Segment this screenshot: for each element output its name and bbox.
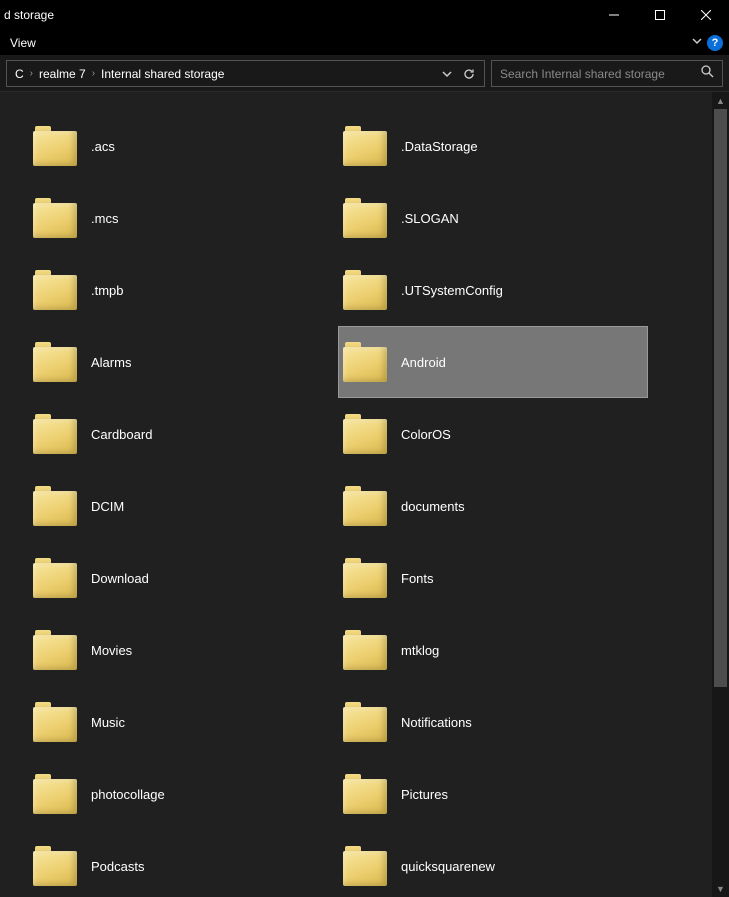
folder-item[interactable]: Notifications [338, 686, 648, 758]
folder-item[interactable]: documents [338, 470, 648, 542]
folder-item[interactable]: .SLOGAN [338, 182, 648, 254]
folder-label: .tmpb [91, 283, 124, 298]
address-bar[interactable]: C › realme 7 › Internal shared storage [6, 60, 485, 87]
folder-item[interactable]: .DataStorage [338, 110, 648, 182]
content-area: .acs .DataStorage .mcs .SLOGAN .tmpb .UT… [0, 92, 729, 897]
folder-icon [33, 198, 77, 238]
folder-item[interactable]: Cardboard [28, 398, 338, 470]
folder-label: Download [91, 571, 149, 586]
window-controls [591, 0, 729, 30]
folder-label: Android [401, 355, 446, 370]
folder-item[interactable]: DCIM [28, 470, 338, 542]
folder-item-android[interactable]: Android [338, 326, 648, 398]
minimize-button[interactable] [591, 0, 637, 30]
folder-item[interactable]: .mcs [28, 182, 338, 254]
folder-icon [33, 414, 77, 454]
ribbon-chevron-icon[interactable] [691, 34, 703, 52]
folder-icon [33, 342, 77, 382]
folder-icon [343, 846, 387, 886]
search-input[interactable] [500, 67, 694, 81]
folder-label: .UTSystemConfig [401, 283, 503, 298]
folder-icon [343, 342, 387, 382]
folder-label: photocollage [91, 787, 165, 802]
folder-icon [33, 630, 77, 670]
folder-item[interactable]: Podcasts [28, 830, 338, 897]
folder-icon [343, 270, 387, 310]
titlebar: d storage [0, 0, 729, 30]
folder-item[interactable]: Pictures [338, 758, 648, 830]
folder-icon [33, 126, 77, 166]
breadcrumb-item[interactable]: Internal shared storage [97, 67, 228, 81]
folder-icon [33, 270, 77, 310]
folder-item[interactable]: .UTSystemConfig [338, 254, 648, 326]
chevron-right-icon: › [30, 68, 33, 79]
folder-label: Cardboard [91, 427, 152, 442]
scroll-down-icon[interactable]: ▼ [712, 880, 729, 897]
folder-item[interactable]: quicksquarenew [338, 830, 648, 897]
menu-view[interactable]: View [4, 34, 42, 52]
search-icon[interactable] [700, 64, 714, 83]
folder-label: Music [91, 715, 125, 730]
folder-icon [33, 702, 77, 742]
history-chevron-icon[interactable] [438, 69, 456, 79]
folder-item[interactable]: .tmpb [28, 254, 338, 326]
folder-label: quicksquarenew [401, 859, 495, 874]
folder-icon [343, 774, 387, 814]
folder-item[interactable]: Alarms [28, 326, 338, 398]
search-box[interactable] [491, 60, 723, 87]
folder-icon [33, 486, 77, 526]
folder-item[interactable]: .acs [28, 110, 338, 182]
folder-label: ColorOS [401, 427, 451, 442]
menubar: View ? [0, 30, 729, 56]
folder-icon [343, 126, 387, 166]
vertical-scrollbar[interactable]: ▲ ▼ [712, 92, 729, 897]
folder-item[interactable]: Movies [28, 614, 338, 686]
breadcrumb-item[interactable]: realme 7 [35, 67, 90, 81]
folder-icon [343, 558, 387, 598]
folder-label: .DataStorage [401, 139, 478, 154]
breadcrumb-item[interactable]: C [11, 67, 28, 81]
folder-label: Fonts [401, 571, 434, 586]
folder-icon [33, 558, 77, 598]
folder-item[interactable]: mtklog [338, 614, 648, 686]
folder-icon [33, 774, 77, 814]
window-title: d storage [4, 8, 54, 22]
folder-icon [343, 414, 387, 454]
folder-item[interactable]: ColorOS [338, 398, 648, 470]
refresh-icon[interactable] [458, 67, 480, 81]
folder-item[interactable]: Download [28, 542, 338, 614]
folder-label: Movies [91, 643, 132, 658]
folder-label: Alarms [91, 355, 131, 370]
folder-label: Pictures [401, 787, 448, 802]
folder-label: .mcs [91, 211, 118, 226]
scroll-thumb[interactable] [714, 109, 727, 687]
close-button[interactable] [683, 0, 729, 30]
folder-label: .acs [91, 139, 115, 154]
navigation-row: C › realme 7 › Internal shared storage [0, 56, 729, 92]
folder-icon [343, 702, 387, 742]
chevron-right-icon: › [92, 68, 95, 79]
menubar-right: ? [691, 34, 723, 52]
folder-label: Notifications [401, 715, 472, 730]
scroll-up-icon[interactable]: ▲ [712, 92, 729, 109]
scroll-track[interactable] [712, 109, 729, 880]
folder-icon [343, 630, 387, 670]
folder-label: Podcasts [91, 859, 144, 874]
folder-item[interactable]: Fonts [338, 542, 648, 614]
folder-icon [343, 198, 387, 238]
folder-icon [343, 486, 387, 526]
folder-label: documents [401, 499, 465, 514]
folder-item[interactable]: Music [28, 686, 338, 758]
folder-label: .SLOGAN [401, 211, 459, 226]
folder-grid: .acs .DataStorage .mcs .SLOGAN .tmpb .UT… [0, 92, 712, 897]
folder-icon [33, 846, 77, 886]
folder-item[interactable]: photocollage [28, 758, 338, 830]
maximize-button[interactable] [637, 0, 683, 30]
help-icon[interactable]: ? [707, 35, 723, 51]
folder-label: mtklog [401, 643, 439, 658]
folder-label: DCIM [91, 499, 124, 514]
